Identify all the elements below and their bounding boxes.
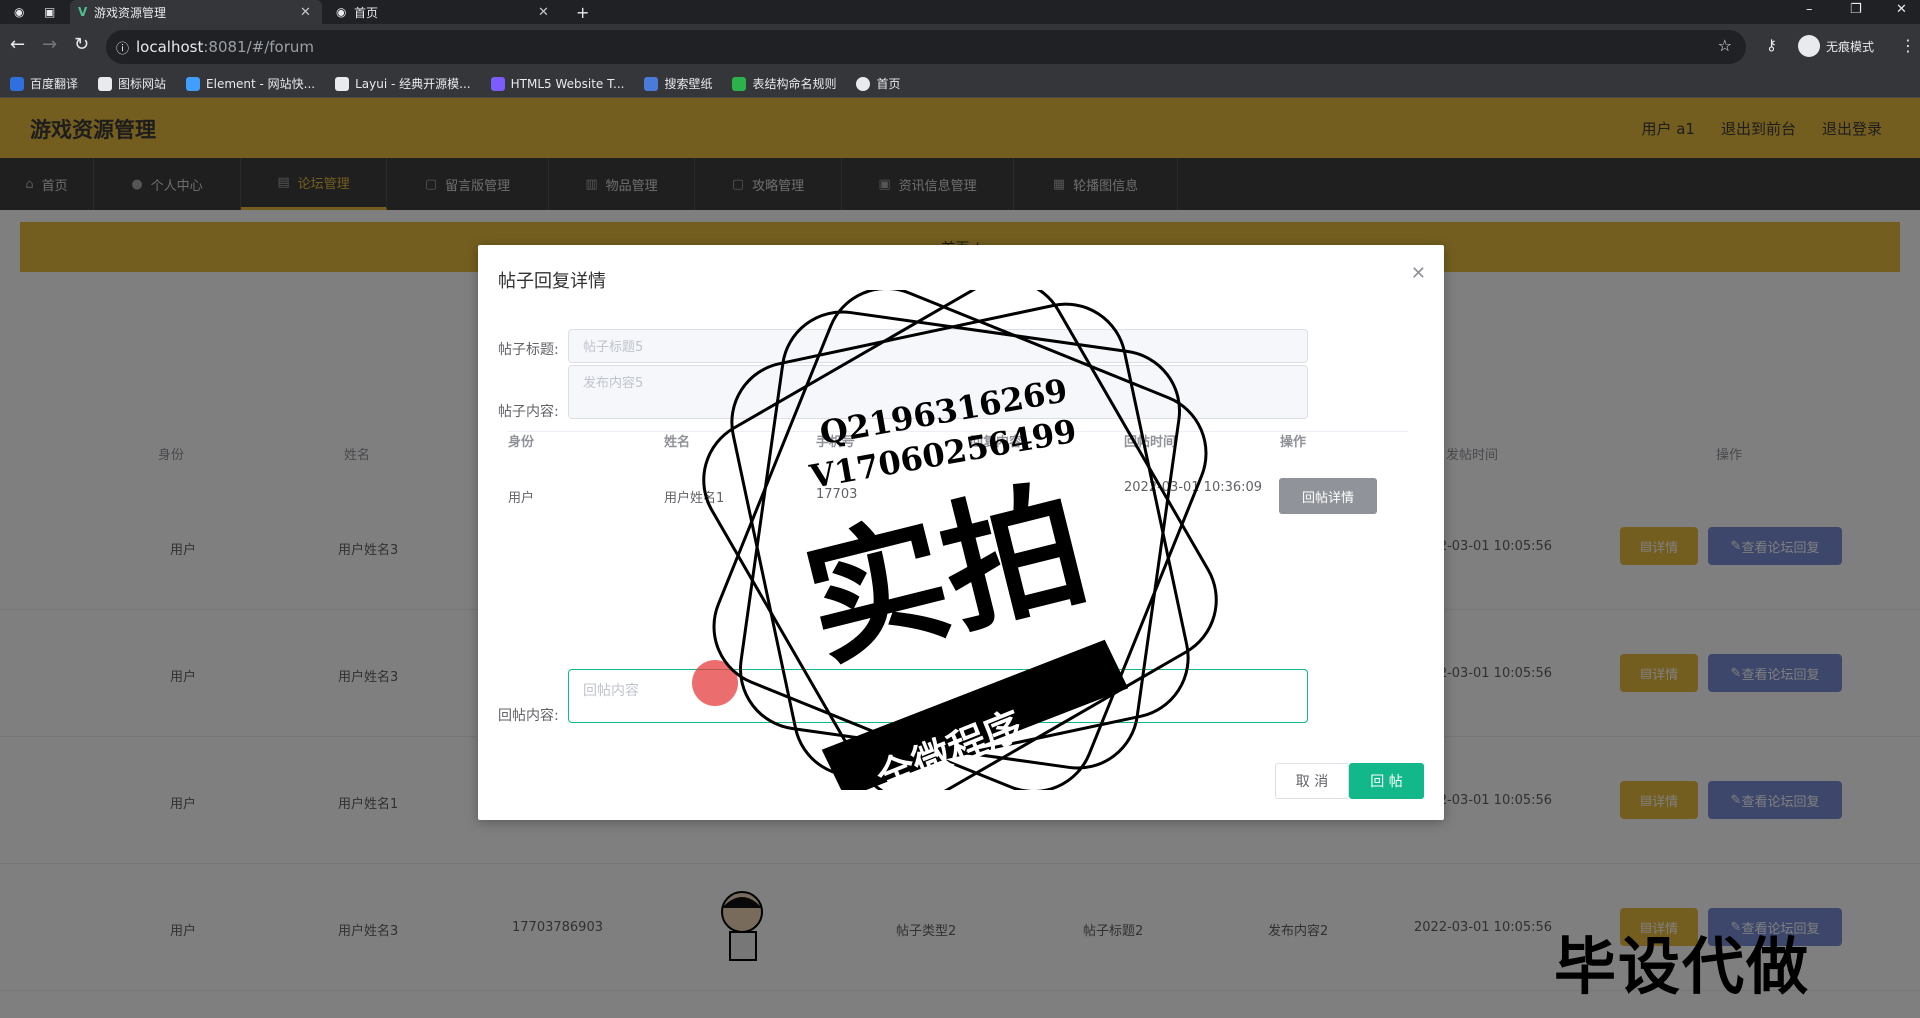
- browser-tab-active[interactable]: V 游戏资源管理 ✕: [70, 0, 322, 24]
- translate-icon: [10, 76, 24, 91]
- bookmark-label: 首页: [876, 77, 901, 91]
- globe-icon: [856, 76, 871, 91]
- bookmark-item[interactable]: 图标网站: [98, 75, 166, 92]
- tab-label: 游戏资源管理: [94, 5, 167, 20]
- submit-label: 回 帖: [1370, 774, 1403, 790]
- vue-icon: V: [78, 5, 88, 19]
- inner-col-role: 身份: [508, 435, 535, 450]
- submit-reply-button[interactable]: 回 帖: [1349, 763, 1424, 799]
- bookmark-item[interactable]: 表结构命名规则: [732, 75, 836, 92]
- layui-icon: [335, 76, 350, 91]
- post-content-field: 发布内容5: [568, 365, 1308, 419]
- restore-icon[interactable]: ❐: [1850, 2, 1862, 17]
- profile-label: 无痕模式: [1826, 40, 1875, 54]
- bookmark-label: 百度翻译: [30, 77, 79, 91]
- wallpaper-icon: [644, 76, 659, 91]
- key-icon[interactable]: ⚷: [1766, 36, 1777, 54]
- minimize-icon[interactable]: –: [1806, 2, 1813, 17]
- inner-role-cell: 用户: [508, 491, 535, 506]
- inner-col-action: 操作: [1280, 435, 1307, 450]
- bookmark-label: Element - 网站快...: [206, 77, 316, 91]
- star-icon[interactable]: ☆: [1718, 36, 1732, 55]
- browser-globe-icon[interactable]: ◉: [14, 0, 24, 24]
- bookmark-item[interactable]: HTML5 Website T...: [490, 76, 625, 91]
- browser-tab[interactable]: ◉ 首页 ✕: [330, 0, 552, 24]
- app-favicon-icon[interactable]: ▣: [44, 0, 55, 24]
- corner-watermark: 毕设代做: [1553, 930, 1810, 1003]
- inner-col-name: 姓名: [664, 435, 691, 450]
- inner-col-reply: 回复内容: [970, 435, 1023, 450]
- cancel-label: 取 消: [1295, 774, 1329, 790]
- bookmark-item[interactable]: 首页: [856, 75, 901, 92]
- reply-detail-button[interactable]: 回帖详情: [1279, 478, 1377, 514]
- reply-detail-dialog: 帖子回复详情 ✕ 帖子标题: 帖子标题5 帖子内容: 发布内容5 身份 姓名 手…: [478, 245, 1444, 820]
- post-content-label: 帖子内容:: [498, 404, 559, 420]
- html5-icon: [490, 76, 505, 91]
- inner-col-phone: 手机号: [816, 435, 856, 450]
- bookmark-label: 搜索壁纸: [664, 77, 713, 91]
- tab-close-icon[interactable]: ✕: [538, 5, 549, 20]
- divider: [508, 431, 1408, 432]
- reload-icon[interactable]: ↻: [74, 34, 89, 55]
- inner-phone-cell: 17703: [816, 487, 858, 502]
- browser-tab-bar: ◉ ▣ V 游戏资源管理 ✕ ◉ 首页 ✕ + – ❐ ✕: [0, 0, 1920, 24]
- reply-content-input[interactable]: 回帖内容: [568, 669, 1308, 723]
- globe-icon: ◉: [336, 5, 347, 19]
- bookmark-label: 图标网站: [118, 77, 167, 91]
- element-icon: [186, 76, 201, 91]
- window-close-icon[interactable]: ✕: [1896, 2, 1907, 17]
- tab-close-icon[interactable]: ✕: [300, 5, 311, 20]
- cancel-button[interactable]: 取 消: [1275, 763, 1349, 799]
- bookmark-item[interactable]: Layui - 经典开源模...: [335, 75, 471, 92]
- tab-label: 首页: [354, 5, 379, 20]
- forward-icon[interactable]: →: [42, 34, 57, 55]
- bookmark-item[interactable]: Element - 网站快...: [186, 75, 315, 92]
- inner-time-cell: 2022-03-01 10:36:09: [1124, 480, 1263, 495]
- bookmark-label: Layui - 经典开源模...: [355, 77, 471, 91]
- dialog-title: 帖子回复详情: [498, 271, 606, 292]
- url-path: :8081/#/forum: [203, 38, 314, 56]
- reply-detail-label: 回帖详情: [1301, 490, 1354, 506]
- flag-icon: [98, 76, 113, 91]
- post-title-field: 帖子标题5: [568, 329, 1308, 363]
- post-title-label: 帖子标题:: [498, 342, 559, 358]
- bookmark-item[interactable]: 搜索壁纸: [644, 75, 712, 92]
- incognito-icon[interactable]: [1798, 35, 1820, 57]
- table-icon: [732, 76, 747, 91]
- inner-name-cell: 用户姓名1: [664, 491, 725, 506]
- dialog-close-icon[interactable]: ✕: [1411, 263, 1426, 284]
- inner-col-time: 回帖时间: [1124, 435, 1177, 450]
- bookmark-label: 表结构命名规则: [752, 77, 837, 91]
- info-icon: ⓘ: [116, 42, 130, 57]
- address-bar: ← → ↻ ⓘ localhost:8081/#/forum ☆ ⚷ 无痕模式 …: [0, 24, 1920, 70]
- new-tab-icon[interactable]: +: [576, 0, 589, 24]
- url-host: localhost: [136, 38, 204, 56]
- bookmark-label: HTML5 Website T...: [510, 76, 625, 91]
- bookmark-item[interactable]: 百度翻译: [10, 75, 78, 92]
- reply-content-label: 回帖内容:: [498, 708, 559, 724]
- menu-kebab-icon[interactable]: ⋮: [1900, 36, 1916, 55]
- url-input[interactable]: ⓘ localhost:8081/#/forum ☆: [106, 30, 1746, 64]
- back-icon[interactable]: ←: [10, 34, 25, 55]
- cursor-highlight: [692, 660, 738, 706]
- bookmarks-bar: 百度翻译 图标网站 Element - 网站快... Layui - 经典开源模…: [0, 70, 1920, 98]
